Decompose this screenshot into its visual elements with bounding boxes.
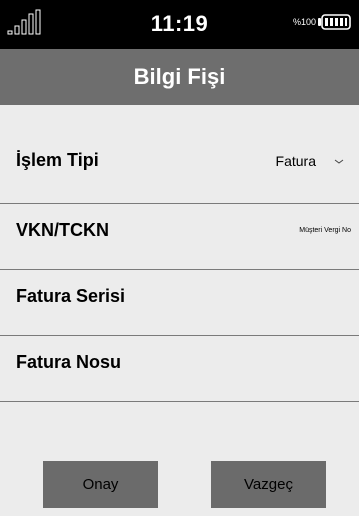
tax-id-row[interactable]: VKN/TCKN Müşteri Vergi No <box>0 204 359 270</box>
status-bar: 11:19 %100 <box>0 0 359 49</box>
transaction-type-row[interactable]: İşlem Tipi Fatura <box>0 105 359 204</box>
chevron-down-icon[interactable] <box>333 157 345 165</box>
battery-percent: %100 <box>292 17 316 27</box>
invoice-number-row[interactable]: Fatura Nosu <box>0 336 359 402</box>
battery-full-icon <box>318 14 351 30</box>
transaction-type-value[interactable]: Fatura <box>276 153 316 169</box>
invoice-series-label: Fatura Serisi <box>16 286 126 306</box>
transaction-type-label: İşlem Tipi <box>16 150 99 170</box>
tax-id-hint: Müşteri Vergi No <box>299 227 351 234</box>
invoice-series-row[interactable]: Fatura Serisi <box>0 270 359 336</box>
title-bar: Bilgi Fişi <box>0 49 359 105</box>
confirm-button[interactable]: Onay <box>43 461 158 508</box>
tax-id-label: VKN/TCKN <box>16 220 109 240</box>
cancel-button[interactable]: Vazgeç <box>211 461 326 508</box>
invoice-number-label: Fatura Nosu <box>16 352 122 372</box>
page-title: Bilgi Fişi <box>133 64 226 89</box>
